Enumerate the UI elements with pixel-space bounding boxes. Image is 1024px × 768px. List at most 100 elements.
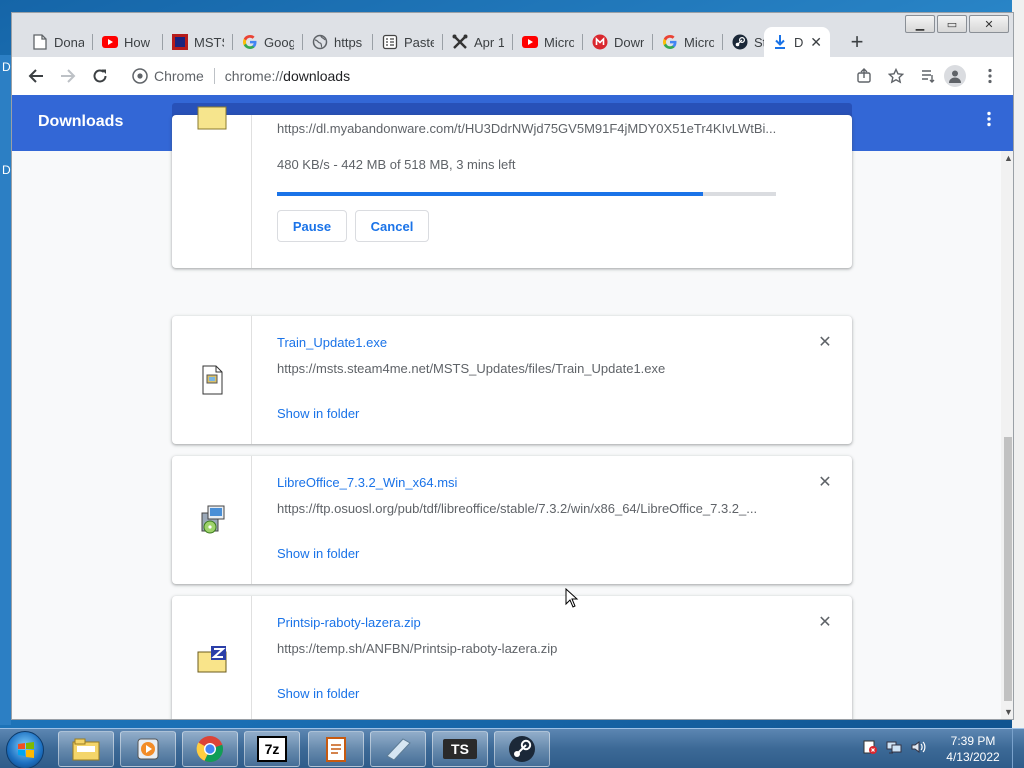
show-in-folder-link[interactable]: Show in folder bbox=[277, 546, 359, 561]
network-icon[interactable] bbox=[886, 739, 902, 755]
browser-toolbar: Chrome chrome://downloads bbox=[12, 57, 1013, 95]
more-actions-button[interactable] bbox=[985, 111, 993, 127]
scroll-up-arrow-icon[interactable]: ▲ bbox=[1004, 153, 1013, 163]
file-name-link[interactable]: Train_Update1.exe bbox=[277, 335, 387, 350]
scroll-down-arrow-icon[interactable]: ▼ bbox=[1004, 707, 1013, 717]
tab-title: Paste bbox=[404, 34, 434, 50]
chrome-logo-icon bbox=[132, 68, 148, 84]
taskbar-steam[interactable] bbox=[494, 731, 550, 767]
file-icon-column bbox=[172, 596, 252, 719]
desktop-edge: D D bbox=[0, 55, 11, 725]
download-item-in-progress: https://dl.myabandonware.com/t/HU3DdrNWj… bbox=[172, 106, 852, 268]
reading-list-icon[interactable] bbox=[920, 68, 936, 87]
youtube-icon bbox=[102, 34, 118, 50]
tab[interactable]: Paste bbox=[374, 27, 442, 57]
taskbar-ts[interactable]: TS bbox=[432, 731, 488, 767]
minimize-button[interactable]: ▁ bbox=[905, 15, 935, 33]
google-icon bbox=[242, 34, 258, 50]
tab[interactable]: Micro bbox=[654, 27, 722, 57]
url-scheme: chrome:// bbox=[224, 68, 284, 84]
profile-avatar[interactable] bbox=[944, 65, 966, 87]
window-controls: ▁ ▭ ✕ bbox=[905, 15, 1009, 33]
tab-separator bbox=[582, 34, 583, 50]
tab[interactable]: Apr 1 bbox=[444, 27, 512, 57]
page-icon bbox=[32, 34, 48, 50]
tab-downloads[interactable]: D ✕ bbox=[764, 27, 830, 57]
share-icon[interactable] bbox=[856, 68, 872, 87]
tab[interactable]: Micro bbox=[514, 27, 582, 57]
clock-date: 4/13/2022 bbox=[946, 750, 1000, 764]
tab[interactable]: How bbox=[94, 27, 162, 57]
mouse-cursor-icon bbox=[565, 588, 579, 608]
downloads-page: Downloads https://dl.myabandonware.com/t… bbox=[12, 95, 1013, 719]
notepad-icon bbox=[326, 737, 346, 762]
progress-fill bbox=[277, 192, 703, 196]
tab[interactable]: Down bbox=[584, 27, 652, 57]
page-title: Downloads bbox=[38, 113, 124, 130]
url-text: chrome://downloads bbox=[225, 68, 350, 84]
remove-item-button[interactable]: ✕ bbox=[818, 475, 832, 491]
scroll-thumb[interactable] bbox=[1004, 437, 1012, 701]
back-arrow-icon bbox=[28, 69, 43, 83]
tab-separator bbox=[722, 34, 723, 50]
tab[interactable]: MSTS bbox=[164, 27, 232, 57]
action-center-icon[interactable] bbox=[862, 739, 878, 755]
tab[interactable]: https bbox=[304, 27, 372, 57]
maximize-button[interactable]: ▭ bbox=[937, 15, 967, 33]
taskbar-7zip[interactable]: 7z bbox=[244, 731, 300, 767]
download-status: 480 KB/s - 442 MB of 518 MB, 3 mins left bbox=[277, 157, 516, 172]
ts-icon: TS bbox=[443, 739, 477, 759]
taskbar-chrome[interactable] bbox=[182, 731, 238, 767]
pause-button[interactable]: Pause bbox=[277, 210, 347, 242]
volume-icon[interactable] bbox=[910, 739, 926, 755]
tab[interactable]: Dona bbox=[24, 27, 92, 57]
explorer-icon bbox=[72, 738, 100, 761]
google-icon bbox=[662, 34, 678, 50]
chrome-menu-button[interactable] bbox=[978, 64, 1002, 88]
address-bar[interactable]: Chrome chrome://downloads bbox=[122, 61, 972, 91]
download-url: https://dl.myabandonware.com/t/HU3DdrNWj… bbox=[277, 121, 777, 136]
download-item: LibreOffice_7.3.2_Win_x64.msi https://ft… bbox=[172, 456, 852, 584]
file-name-link[interactable]: LibreOffice_7.3.2_Win_x64.msi bbox=[277, 475, 457, 490]
taskbar-notepad[interactable] bbox=[308, 731, 364, 767]
new-tab-button[interactable]: + bbox=[844, 29, 870, 55]
page-scrollbar[interactable]: ▲ ▼ bbox=[1001, 151, 1013, 719]
tab[interactable]: Goog bbox=[234, 27, 302, 57]
close-window-button[interactable]: ✕ bbox=[969, 15, 1009, 33]
tab-title: https bbox=[334, 34, 363, 50]
remove-item-button[interactable]: ✕ bbox=[818, 615, 832, 631]
download-url: https://temp.sh/ANFBN/Printsip-raboty-la… bbox=[277, 641, 558, 656]
tab-separator bbox=[512, 34, 513, 50]
cancel-button[interactable]: Cancel bbox=[355, 210, 429, 242]
file-name-link[interactable]: Printsip-raboty-lazera.zip bbox=[277, 615, 421, 630]
7zip-icon: 7z bbox=[257, 736, 287, 762]
close-tab-icon[interactable]: ✕ bbox=[810, 34, 822, 51]
desktop-label: D bbox=[2, 163, 11, 177]
remove-item-button[interactable]: ✕ bbox=[818, 335, 832, 351]
download-url: https://msts.steam4me.net/MSTS_Updates/f… bbox=[277, 361, 666, 376]
steam-icon bbox=[732, 34, 748, 50]
show-desktop-button[interactable] bbox=[1012, 729, 1024, 768]
more-vert-icon bbox=[988, 68, 992, 84]
reload-button[interactable] bbox=[88, 64, 112, 88]
bookmark-star-icon[interactable] bbox=[887, 67, 905, 87]
tab-separator bbox=[442, 34, 443, 50]
forward-button[interactable] bbox=[56, 64, 80, 88]
start-button[interactable] bbox=[6, 731, 44, 768]
media-player-icon bbox=[137, 738, 159, 760]
url-path: downloads bbox=[283, 68, 351, 84]
tab-title: Apr 1 bbox=[474, 34, 504, 50]
tab-title: Micro bbox=[544, 34, 574, 50]
taskbar-file[interactable] bbox=[370, 731, 426, 767]
file-icon-column bbox=[172, 456, 252, 584]
taskbar-media-player[interactable] bbox=[120, 731, 176, 767]
youtube-icon bbox=[522, 34, 538, 50]
taskbar-clock[interactable]: 7:39 PM 4/13/2022 bbox=[940, 733, 1006, 765]
back-button[interactable] bbox=[24, 64, 48, 88]
show-in-folder-link[interactable]: Show in folder bbox=[277, 406, 359, 421]
taskbar-explorer[interactable] bbox=[58, 731, 114, 767]
show-in-folder-link[interactable]: Show in folder bbox=[277, 686, 359, 701]
download-url: https://ftp.osuosl.org/pub/tdf/libreoffi… bbox=[277, 501, 758, 516]
tab-separator bbox=[372, 34, 373, 50]
download-item: Train_Update1.exe https://msts.steam4me.… bbox=[172, 316, 852, 444]
